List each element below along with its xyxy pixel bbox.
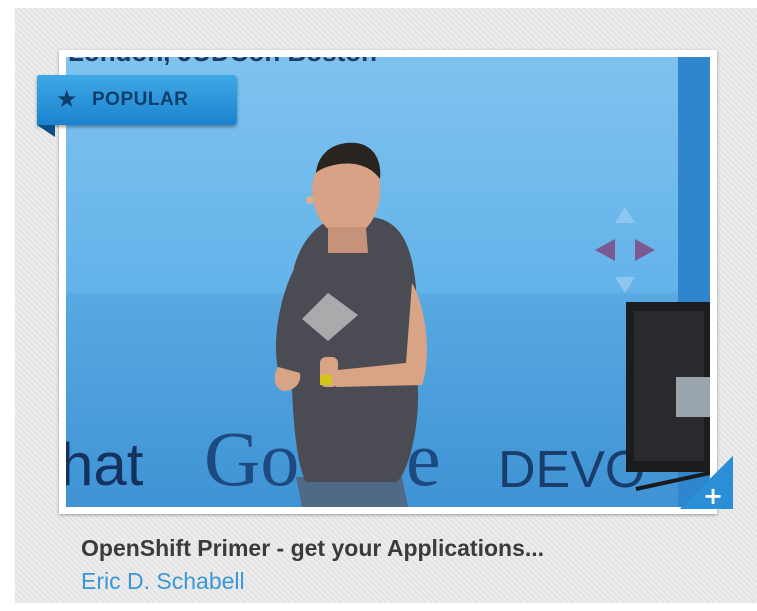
logo-devoxx: DEVO — [498, 441, 645, 499]
banner-text: London, JUDCon Boston — [68, 57, 377, 67]
popular-badge: ★ POPULAR — [37, 75, 237, 137]
arrow-left-icon — [595, 239, 615, 261]
logo-google: Go — [204, 415, 299, 502]
star-icon: ★ — [56, 85, 78, 113]
video-title[interactable]: OpenShift Primer - get your Applications… — [81, 535, 741, 562]
popular-badge-label: POPULAR — [92, 89, 189, 110]
plus-icon[interactable]: + — [700, 484, 726, 510]
logo-redhat: hat — [66, 431, 144, 498]
arrow-down-icon — [615, 277, 635, 293]
arrow-up-icon — [615, 207, 635, 223]
arrow-right-icon — [635, 239, 655, 261]
popular-badge-fold — [37, 125, 55, 137]
author-link[interactable]: Eric D. Schabell — [81, 568, 245, 595]
video-card[interactable]: London, JUDCon Boston hat Go e DEVO — [15, 8, 757, 603]
